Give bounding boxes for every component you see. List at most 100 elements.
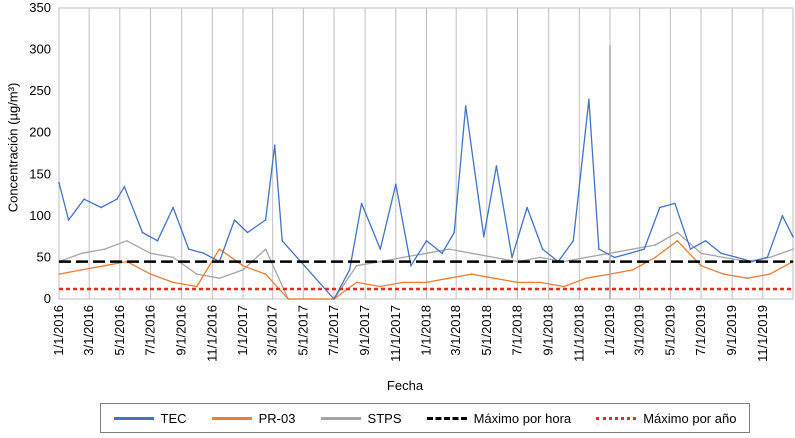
data-point-stps — [355, 264, 358, 267]
legend-swatch-max-hora — [426, 416, 467, 420]
data-point-tec — [410, 264, 412, 267]
data-point-tec — [100, 206, 103, 209]
data-point-pr-03 — [402, 281, 404, 284]
legend-label-tec: TEC — [160, 410, 187, 426]
data-point-tec — [464, 105, 467, 107]
data-point-stps — [539, 256, 541, 259]
legend-item-tec: TEC — [113, 410, 187, 426]
data-point-tec — [643, 248, 645, 250]
data-point-stps — [676, 231, 679, 234]
legend-swatch-pr03 — [211, 416, 252, 420]
data-point-tec — [360, 202, 363, 205]
x-tick-label: 9/1/2016 — [174, 305, 189, 356]
data-point-pr-03 — [195, 285, 198, 288]
data-point-pr-03 — [585, 277, 588, 280]
data-point-pr-03 — [654, 256, 657, 259]
x-tick-label: 3/1/2018 — [448, 305, 463, 356]
plot-area — [58, 7, 794, 300]
y-tick-label: 350 — [29, 0, 51, 15]
data-point-pr-03 — [470, 273, 473, 275]
data-point-tec — [689, 248, 692, 250]
data-point-stps — [103, 248, 106, 250]
data-point-tec — [781, 215, 784, 217]
data-point-pr-03 — [218, 248, 221, 250]
data-point-tec — [483, 235, 485, 238]
x-tick-label: 11/1/2019 — [755, 305, 770, 362]
data-point-tec — [674, 202, 676, 205]
legend-item-pr03: PR-03 — [211, 410, 296, 426]
legend-swatch-tec — [113, 416, 154, 420]
data-point-stps — [769, 256, 771, 259]
legend-item-max-hora: Máximo por hora — [426, 410, 572, 426]
data-point-pr-03 — [676, 240, 679, 242]
data-point-tec — [792, 235, 794, 238]
x-tick-label: 11/1/2018 — [571, 305, 586, 362]
x-tick-label: 1/1/2017 — [235, 305, 250, 356]
data-point-tec — [172, 206, 174, 209]
x-tick-label: 9/1/2018 — [541, 305, 556, 356]
data-point-pr-03 — [722, 273, 725, 275]
y-tick-label: 100 — [29, 208, 51, 223]
data-point-tec — [572, 240, 575, 242]
x-tick-label: 11/1/2017 — [388, 305, 403, 362]
data-point-tec — [116, 198, 118, 201]
data-point-stps — [654, 244, 657, 246]
data-point-pr-03 — [103, 264, 106, 267]
data-point-tec — [750, 260, 753, 263]
data-point-pr-03 — [379, 285, 382, 288]
y-tick-label: 200 — [29, 125, 51, 140]
data-point-stps — [242, 269, 244, 271]
x-tick-label: 5/1/2019 — [662, 305, 677, 356]
y-tick-label: 50 — [37, 249, 51, 264]
data-point-tec — [720, 252, 722, 255]
legend-swatch-max-ano — [596, 416, 637, 420]
legend-label-pr03: PR-03 — [258, 410, 296, 426]
data-point-tec — [67, 219, 70, 221]
x-tick-label: 5/1/2017 — [295, 305, 310, 356]
data-point-tec — [541, 248, 544, 250]
data-point-stps — [264, 248, 267, 250]
data-point-tec — [658, 206, 661, 209]
y-tick-label: 0 — [44, 291, 51, 306]
data-point-tec — [141, 231, 144, 234]
y-axis-label: Concentración (µg/m³) — [5, 82, 21, 213]
data-point-tec — [333, 298, 335, 300]
x-tick-label: 3/1/2017 — [265, 305, 280, 356]
data-point-tec — [379, 248, 382, 250]
legend-label-stps: STPS — [367, 410, 402, 426]
data-point-tec — [735, 256, 738, 259]
y-tick-label: 250 — [29, 83, 51, 98]
data-point-tec — [202, 252, 205, 255]
data-point-tec — [281, 240, 284, 242]
data-point-pr-03 — [769, 273, 771, 275]
data-point-stps — [792, 248, 794, 250]
data-point-stps — [402, 256, 404, 259]
data-point-tec — [453, 231, 455, 234]
x-tick-label: 7/1/2017 — [326, 305, 341, 356]
data-point-stps — [172, 256, 174, 259]
data-point-pr-03 — [264, 273, 267, 275]
legend-item-stps: STPS — [320, 410, 402, 426]
x-tick-label: 1/1/2018 — [419, 305, 434, 356]
data-point-pr-03 — [700, 264, 702, 267]
data-point-tec — [588, 98, 590, 101]
data-point-pr-03 — [448, 277, 450, 280]
data-point-stps — [631, 248, 634, 250]
x-tick-label: 7/1/2019 — [693, 305, 708, 356]
data-point-stps — [493, 256, 495, 259]
data-point-stps — [218, 277, 221, 280]
data-point-pr-03 — [355, 281, 358, 284]
legend-label-max-hora: Máximo por hora — [473, 410, 572, 426]
data-point-pr-03 — [516, 281, 519, 284]
x-axis-label: Fecha — [386, 378, 424, 393]
data-point-tec — [58, 181, 60, 184]
data-point-tec — [526, 206, 528, 209]
data-point-stps — [425, 252, 428, 255]
x-tick-label: 9/1/2019 — [724, 305, 739, 356]
data-point-pr-03 — [562, 285, 565, 288]
data-point-pr-03 — [287, 298, 290, 300]
data-point-pr-03 — [58, 273, 60, 275]
legend-label-max-ano: Máximo por año — [643, 410, 737, 426]
data-point-tec — [83, 198, 85, 201]
data-point-stps — [149, 252, 152, 255]
